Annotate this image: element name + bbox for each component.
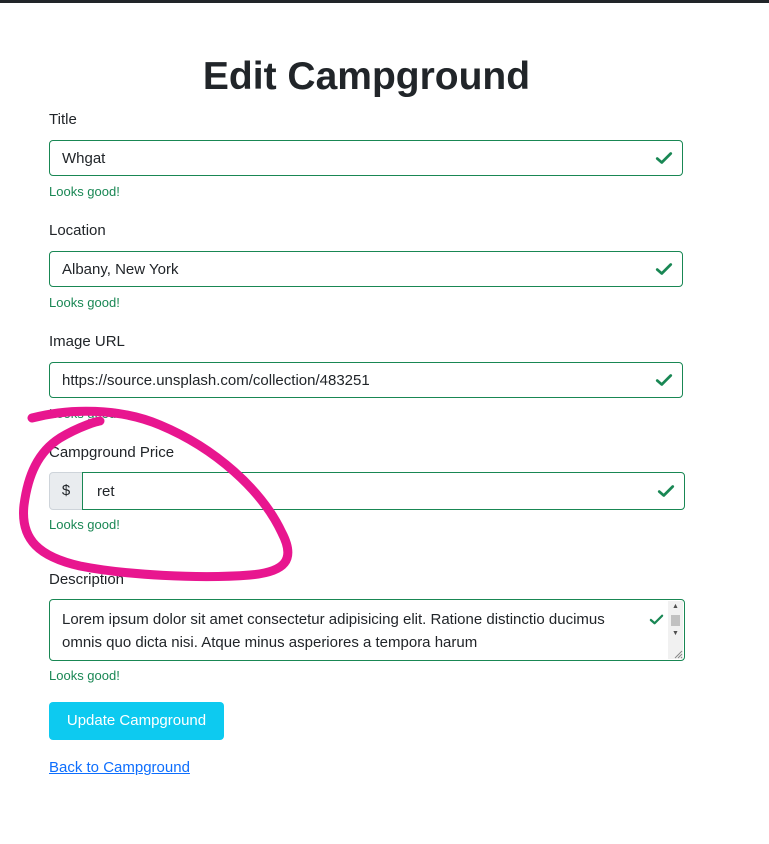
title-feedback: Looks good!	[49, 184, 120, 199]
back-to-campground-link[interactable]: Back to Campground	[49, 759, 190, 777]
image-url-label: Image URL	[49, 333, 125, 350]
title-label: Title	[49, 111, 77, 128]
title-value: Whgat	[62, 150, 106, 167]
image-url-value: https://source.unsplash.com/collection/4…	[62, 372, 370, 389]
price-input-group: $ ret	[49, 472, 685, 510]
price-feedback: Looks good!	[49, 517, 120, 532]
description-label: Description	[49, 571, 125, 588]
check-icon	[657, 485, 675, 497]
description-textarea[interactable]: Lorem ipsum dolor sit amet consectetur a…	[49, 599, 685, 661]
page-title: Edit Campground	[202, 55, 531, 98]
scroll-thumb[interactable]	[671, 615, 680, 626]
check-icon	[649, 614, 664, 625]
scroll-up-arrow-icon[interactable]: ▲	[668, 601, 683, 613]
price-value: ret	[97, 483, 115, 500]
top-border	[0, 0, 769, 3]
location-input[interactable]: Albany, New York	[49, 251, 683, 287]
location-feedback: Looks good!	[49, 295, 120, 310]
location-label: Location	[49, 222, 106, 239]
description-feedback: Looks good!	[49, 668, 120, 683]
check-icon	[655, 152, 673, 164]
price-label: Campground Price	[49, 444, 175, 461]
scroll-down-arrow-icon[interactable]: ▼	[668, 628, 683, 640]
title-input[interactable]: Whgat	[49, 140, 683, 176]
check-icon	[655, 263, 673, 275]
price-input[interactable]: ret	[82, 472, 685, 510]
check-icon	[655, 374, 673, 386]
description-value: Lorem ipsum dolor sit amet consectetur a…	[62, 611, 605, 651]
resize-handle-icon[interactable]	[673, 649, 683, 659]
update-campground-button[interactable]: Update Campground	[49, 702, 224, 740]
price-prefix: $	[49, 472, 83, 510]
image-url-feedback: Looks good!	[49, 406, 120, 421]
location-value: Albany, New York	[62, 261, 179, 278]
image-url-input[interactable]: https://source.unsplash.com/collection/4…	[49, 362, 683, 398]
